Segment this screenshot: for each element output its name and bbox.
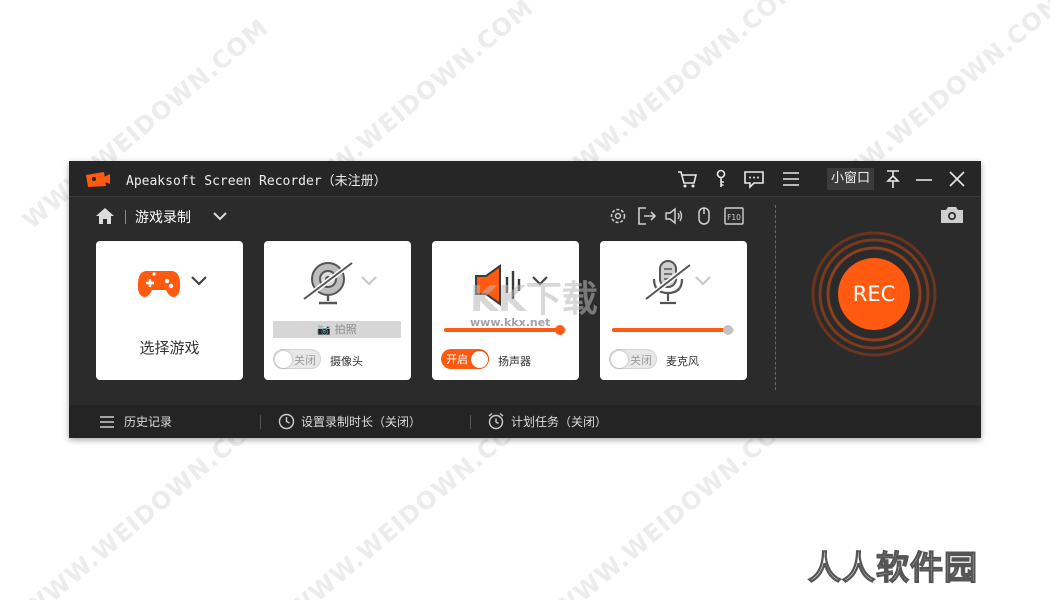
list-icon bbox=[100, 416, 114, 428]
section-divider bbox=[775, 205, 776, 390]
footer-bar: 历史记录 设置录制时长（关闭） 计划任务（关闭） bbox=[69, 405, 981, 438]
export-icon[interactable] bbox=[635, 205, 657, 227]
microphone-volume-slider[interactable] bbox=[612, 325, 734, 335]
chevron-down-icon[interactable] bbox=[694, 275, 712, 287]
key-icon[interactable] bbox=[710, 169, 732, 189]
svg-text:F10: F10 bbox=[727, 213, 741, 222]
record-duration-link[interactable]: 设置录制时长（关闭） bbox=[301, 413, 421, 430]
home-icon[interactable] bbox=[95, 207, 115, 225]
toggle-knob bbox=[471, 350, 488, 368]
webcam-toggle[interactable]: 关闭 bbox=[273, 349, 321, 369]
camera-icon: 📷 bbox=[317, 323, 332, 336]
toggle-knob bbox=[611, 351, 628, 368]
menu-icon[interactable] bbox=[780, 169, 802, 189]
toggle-state-label: 关闭 bbox=[294, 354, 316, 367]
chevron-down-icon[interactable] bbox=[360, 275, 378, 287]
rec-button[interactable]: REC bbox=[838, 258, 910, 330]
timer-icon bbox=[278, 413, 295, 430]
snapshot-button[interactable]: 📷 拍照 bbox=[273, 321, 401, 338]
chevron-down-icon[interactable] bbox=[190, 275, 208, 287]
pin-icon[interactable] bbox=[882, 169, 904, 189]
rec-button-area: REC bbox=[811, 231, 937, 357]
mini-window-button[interactable]: 小窗口 bbox=[827, 168, 875, 190]
microphone-label: 麦克风 bbox=[666, 355, 699, 368]
app-logo-icon bbox=[86, 172, 110, 187]
webcam-card: 📷 拍照 关闭 摄像头 bbox=[264, 241, 411, 380]
page: WWW.WEIDOWN.COM WWW.WEIDOWN.COM WWW.WEID… bbox=[0, 0, 1050, 600]
site-watermark-logo: KK下载 bbox=[470, 279, 598, 320]
settings-icon[interactable] bbox=[607, 205, 629, 227]
brand-watermark: 人人软件园 bbox=[807, 547, 978, 587]
select-game-label: 选择游戏 bbox=[139, 339, 200, 357]
microphone-card: 关闭 麦克风 bbox=[600, 241, 747, 380]
toggle-state-label: 开启 bbox=[446, 353, 468, 366]
speaker-volume-thumb[interactable] bbox=[554, 325, 565, 335]
game-select-card[interactable]: 选择游戏 bbox=[96, 241, 243, 380]
toggle-state-label: 关闭 bbox=[630, 354, 652, 367]
mouse-icon[interactable] bbox=[693, 205, 715, 227]
microphone-volume-thumb[interactable] bbox=[722, 325, 733, 335]
alarm-clock-icon bbox=[488, 412, 504, 430]
minimize-icon[interactable] bbox=[913, 169, 935, 189]
screenshot-camera-icon[interactable] bbox=[939, 205, 965, 225]
footer-divider bbox=[470, 415, 471, 429]
mode-label[interactable]: 游戏录制 bbox=[135, 207, 191, 227]
speaker-label: 扬声器 bbox=[498, 355, 531, 368]
gamepad-icon bbox=[137, 271, 181, 297]
schedule-task-link[interactable]: 计划任务（关闭） bbox=[511, 413, 607, 430]
speaker-icon[interactable] bbox=[663, 205, 685, 227]
site-watermark-url: www.kkx.net bbox=[470, 316, 551, 329]
snapshot-label: 拍照 bbox=[334, 323, 357, 336]
toggle-knob bbox=[275, 351, 292, 368]
webcam-label: 摄像头 bbox=[330, 355, 363, 368]
microphone-volume-fill bbox=[612, 328, 728, 332]
cart-icon[interactable] bbox=[676, 169, 698, 189]
footer-divider bbox=[260, 415, 261, 429]
app-title: Apeaksoft Screen Recorder（未注册） bbox=[126, 174, 387, 189]
f10-icon[interactable]: F10 bbox=[723, 205, 745, 227]
microphone-toggle[interactable]: 关闭 bbox=[609, 349, 657, 369]
chat-icon[interactable] bbox=[743, 169, 765, 189]
close-icon[interactable] bbox=[946, 169, 968, 189]
chevron-down-icon[interactable] bbox=[212, 211, 228, 221]
title-bar: Apeaksoft Screen Recorder（未注册） 小窗口 bbox=[69, 161, 981, 197]
history-link[interactable]: 历史记录 bbox=[124, 413, 172, 430]
speaker-toggle[interactable]: 开启 bbox=[441, 349, 489, 369]
webcam-disabled-icon bbox=[302, 261, 354, 305]
nav-divider bbox=[125, 210, 126, 224]
microphone-disabled-icon bbox=[644, 260, 692, 305]
